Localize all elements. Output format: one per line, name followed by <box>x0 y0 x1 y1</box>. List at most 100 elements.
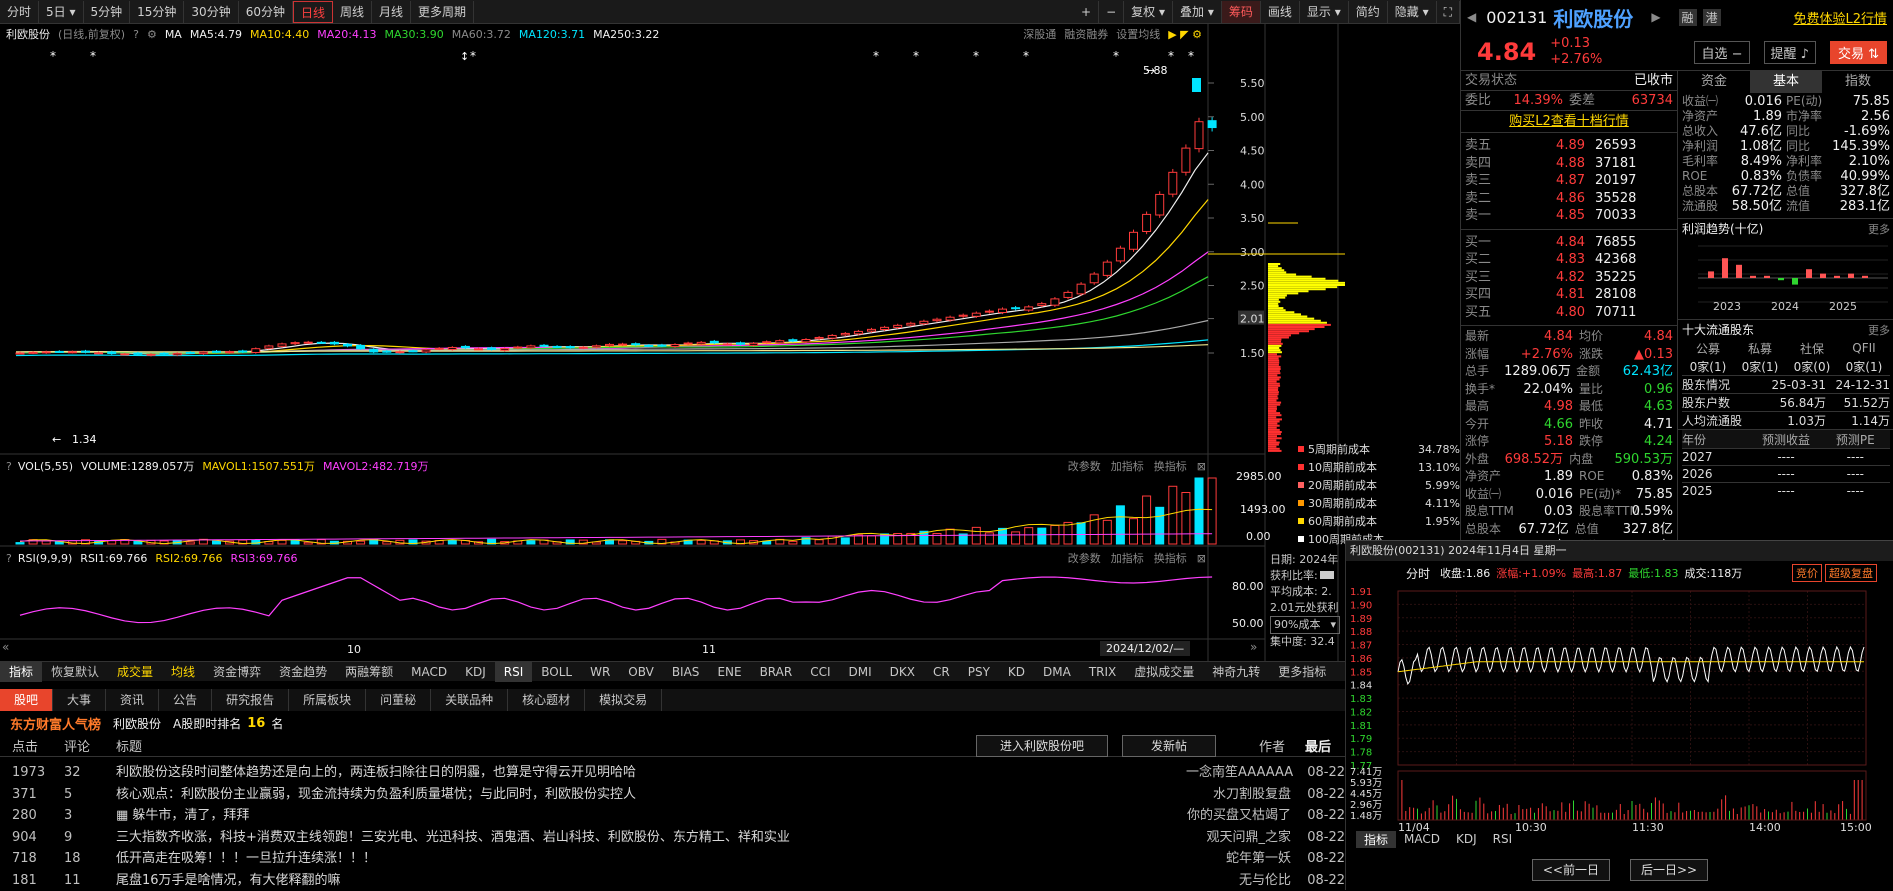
vol-switch-indicator[interactable]: 换指标 <box>1154 458 1187 474</box>
holders-more-link[interactable]: 更多 <box>1868 322 1890 338</box>
period-3[interactable]: 15分钟 <box>130 1 184 23</box>
news-row[interactable]: 9049三大指数齐收涨，科技+消费双主线领跑！三安光电、光迅科技、酒鬼酒、岩山科… <box>0 827 1345 849</box>
toolbar-btn-8[interactable]: 隐藏 ▾ <box>1388 1 1437 23</box>
mini-tab-3[interactable]: RSI <box>1485 832 1521 846</box>
news-row[interactable]: 18111尾盘16万手是啥情况，有大佬释翻的嘛无与伦比08-22 <box>0 870 1345 891</box>
next-stock-icon[interactable]: ▶ <box>1651 10 1660 24</box>
news-title[interactable]: 核心观点：利欧股份主业赢弱，现金流持续为负盈利质量堪忧；与此同时，利欧股份实控人 <box>116 784 1186 806</box>
indicator-tab-6[interactable]: 两融筹额 <box>336 662 402 682</box>
indicator-tab-2[interactable]: 成交量 <box>108 662 162 682</box>
indicator-tab-25[interactable]: 神奇九转 <box>1203 662 1269 682</box>
chip-cost-select[interactable]: 90%成本▾ <box>1270 616 1340 634</box>
mini-tab-2[interactable]: KDJ <box>1448 832 1485 846</box>
news-tab-4[interactable]: 研究报告 <box>212 689 289 711</box>
intraday-chart[interactable]: 1.911.901.891.881.871.861.851.841.831.82… <box>1346 585 1893 833</box>
news-author[interactable]: 无与伦比 <box>1186 870 1291 891</box>
indicator-tab-14[interactable]: ENE <box>708 662 750 682</box>
vol-add-indicator[interactable]: 加指标 <box>1111 458 1144 474</box>
news-author[interactable]: 你的买盘又枯竭了 <box>1186 805 1291 827</box>
toolbar-btn-7[interactable]: 简约 <box>1349 1 1388 23</box>
period-1[interactable]: 5日 ▾ <box>39 1 83 23</box>
news-title[interactable]: 低开高走在吸筹！！！一旦拉升连续涨！！！ <box>116 848 1186 870</box>
new-post-button[interactable]: 发新帖 <box>1122 735 1216 757</box>
indicator-tab-22[interactable]: DMA <box>1034 662 1080 682</box>
alert-button[interactable]: 提醒 ♪ <box>1764 41 1816 64</box>
auction-button[interactable]: 竞价 <box>1792 564 1822 582</box>
free-l2-link[interactable]: 免费体验L2行情 <box>1793 8 1887 27</box>
indicator-tab-1[interactable]: 恢复默认 <box>42 662 108 682</box>
indicator-tab-7[interactable]: MACD <box>402 662 456 682</box>
period-0[interactable]: 分时 <box>0 1 39 23</box>
mini-tab-1[interactable]: MACD <box>1396 832 1448 846</box>
indicator-tab-23[interactable]: TRIX <box>1080 662 1125 682</box>
indicator-tab-3[interactable]: 均线 <box>162 662 204 682</box>
indicator-tab-20[interactable]: PSY <box>959 662 999 682</box>
news-tab-6[interactable]: 问董秘 <box>366 689 431 711</box>
watchlist-button[interactable]: 自选 − <box>1694 41 1749 64</box>
news-row[interactable]: 3715核心观点：利欧股份主业赢弱，现金流持续为负盈利质量堪忧；与此同时，利欧股… <box>0 784 1345 806</box>
news-tab-5[interactable]: 所属板块 <box>289 689 366 711</box>
mini-tab-0[interactable]: 指标 <box>1356 831 1396 848</box>
news-tab-8[interactable]: 核心题材 <box>508 689 585 711</box>
period-6[interactable]: 日线 <box>293 1 333 23</box>
vol-close-icon[interactable]: ⊠ <box>1197 460 1206 473</box>
indicator-tab-13[interactable]: BIAS <box>663 662 709 682</box>
news-author[interactable]: 水刀割股复盘 <box>1186 784 1291 806</box>
fund-tab-1[interactable]: 基本 <box>1750 71 1822 93</box>
indicator-tab-8[interactable]: KDJ <box>456 662 495 682</box>
fullscreen-icon[interactable]: ⛶ <box>1437 1 1460 23</box>
indicator-tab-9[interactable]: RSI <box>495 662 533 682</box>
toolbar-btn-0[interactable]: + <box>1074 1 1099 23</box>
news-tab-0[interactable]: 股吧 <box>0 689 53 711</box>
news-row[interactable]: 197332利欧股份这段时间整体趋势还是向上的，两连板扫除往日的阴霾，也算是守得… <box>0 762 1345 784</box>
news-author[interactable]: 一念南笙AAAAAA <box>1186 762 1291 784</box>
prev-stock-icon[interactable]: ◀ <box>1467 10 1476 24</box>
news-tab-1[interactable]: 大事 <box>53 689 106 711</box>
news-author[interactable]: 蛇年第一妖 <box>1186 848 1291 870</box>
news-author[interactable]: 观天问鼎_之家 <box>1186 827 1291 849</box>
indicator-tab-26[interactable]: 更多指标 <box>1269 662 1335 682</box>
vol-edit-params[interactable]: 改参数 <box>1068 458 1101 474</box>
toolbar-btn-2[interactable]: 复权 ▾ <box>1124 1 1173 23</box>
news-tab-3[interactable]: 公告 <box>159 689 212 711</box>
indicator-tab-17[interactable]: DMI <box>840 662 881 682</box>
news-title[interactable]: 利欧股份这段时间整体趋势还是向上的，两连板扫除往日的阴霾，也算是守得云开见明哈哈 <box>116 762 1186 784</box>
rsi-close-icon[interactable]: ⊠ <box>1197 552 1206 565</box>
rsi-edit-params[interactable]: 改参数 <box>1068 550 1101 566</box>
indicator-tab-21[interactable]: KD <box>999 662 1034 682</box>
next-day-button[interactable]: 后一日>> <box>1630 859 1708 881</box>
indicator-tab-0[interactable]: 指标 <box>0 662 42 682</box>
scroll-right-icon[interactable]: » <box>1250 640 1257 654</box>
toolbar-btn-5[interactable]: 画线 <box>1261 1 1300 23</box>
news-tab-7[interactable]: 关联品种 <box>431 689 508 711</box>
toolbar-btn-4[interactable]: 筹码 <box>1222 1 1261 23</box>
period-4[interactable]: 30分钟 <box>184 1 238 23</box>
indicator-tab-4[interactable]: 资金博弈 <box>204 662 270 682</box>
indicator-tab-15[interactable]: BRAR <box>751 662 802 682</box>
news-title[interactable]: 三大指数齐收涨，科技+消费双主线领跑！三安光电、光迅科技、酒鬼酒、岩山科技、利欧… <box>116 827 1186 849</box>
toolbar-btn-3[interactable]: 叠加 ▾ <box>1173 1 1222 23</box>
profit-more-link[interactable]: 更多 <box>1868 221 1890 237</box>
indicator-tab-24[interactable]: 虚拟成交量 <box>1125 662 1203 682</box>
period-8[interactable]: 月线 <box>372 1 411 23</box>
super-review-button[interactable]: 超级复盘 <box>1825 564 1877 582</box>
indicator-tab-11[interactable]: WR <box>581 662 619 682</box>
fund-tab-0[interactable]: 资金 <box>1678 71 1750 93</box>
toolbar-btn-6[interactable]: 显示 ▾ <box>1300 1 1349 23</box>
news-tab-9[interactable]: 模拟交易 <box>585 689 662 711</box>
indicator-tab-12[interactable]: OBV <box>619 662 663 682</box>
indicator-tab-18[interactable]: DKX <box>881 662 924 682</box>
indicator-tab-10[interactable]: BOLL <box>532 662 581 682</box>
news-row[interactable]: 2803▦ 躲牛市，清了，拜拜你的买盘又枯竭了08-22 <box>0 805 1345 827</box>
period-9[interactable]: 更多周期 <box>411 1 474 23</box>
indicator-tab-16[interactable]: CCI <box>801 662 839 682</box>
toolbar-btn-1[interactable]: − <box>1099 1 1124 23</box>
news-title[interactable]: ▦ 躲牛市，清了，拜拜 <box>116 805 1186 827</box>
enter-forum-button[interactable]: 进入利欧股份吧 <box>976 735 1108 757</box>
rsi-switch-indicator[interactable]: 换指标 <box>1154 550 1187 566</box>
indicator-tab-5[interactable]: 资金趋势 <box>270 662 336 682</box>
period-5[interactable]: 60分钟 <box>239 1 293 23</box>
period-2[interactable]: 5分钟 <box>84 1 131 23</box>
trade-button[interactable]: 交易 ⇅ <box>1830 41 1887 64</box>
news-row[interactable]: 71818低开高走在吸筹！！！一旦拉升连续涨！！！蛇年第一妖08-22 <box>0 848 1345 870</box>
